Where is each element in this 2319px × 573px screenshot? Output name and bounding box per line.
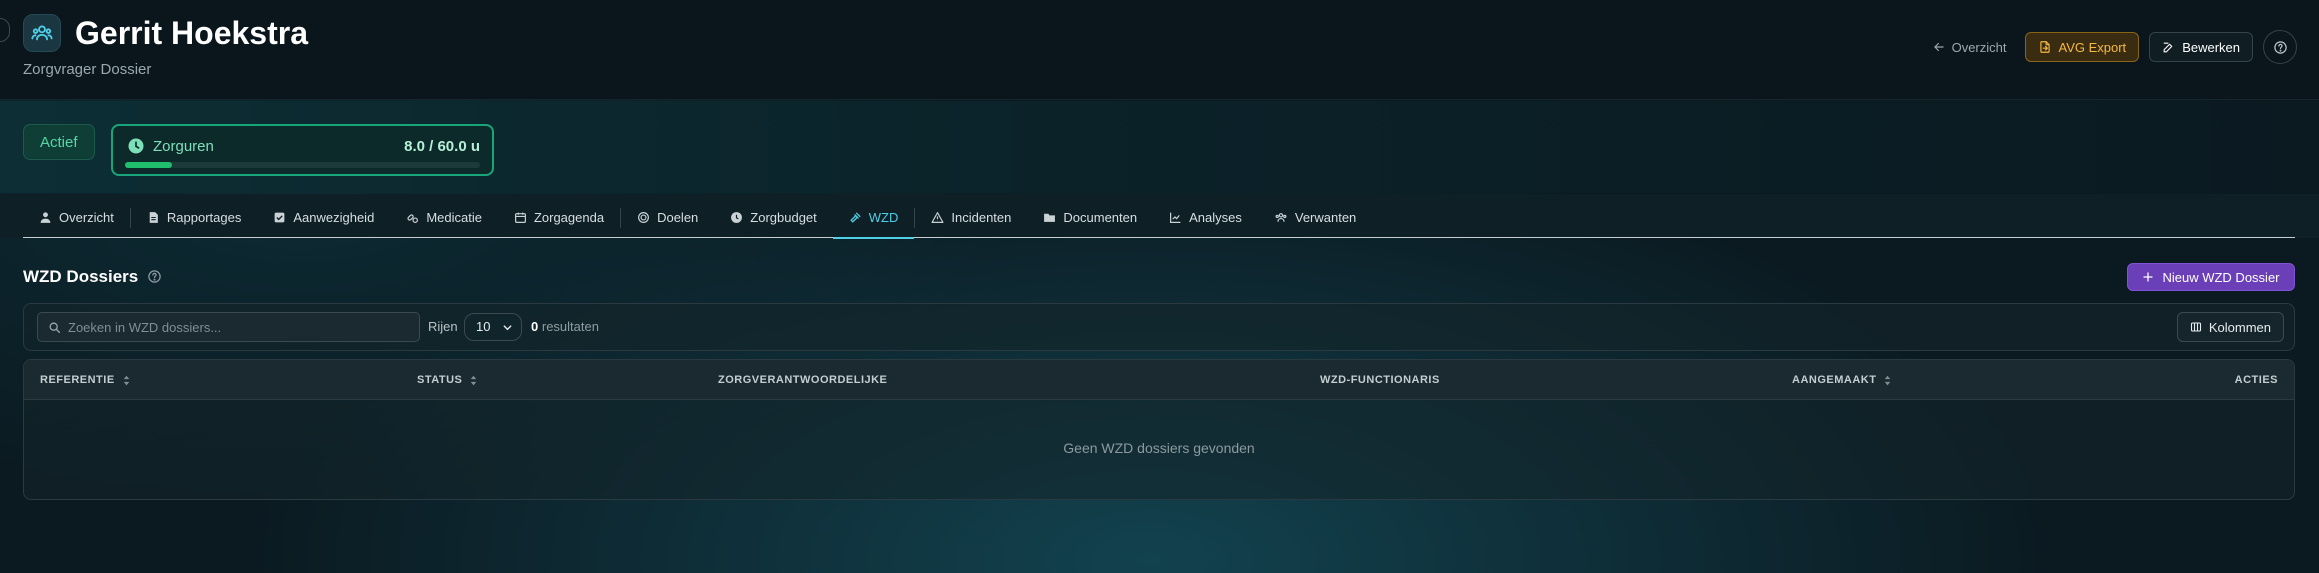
warning-icon: [931, 212, 944, 223]
results-count: 0 resultaten: [531, 319, 599, 334]
column-header-label: STATUS: [417, 374, 463, 386]
columns-button[interactable]: Kolommen: [2176, 312, 2284, 342]
tab-label: Overzicht: [59, 210, 114, 225]
overview-link[interactable]: Overzicht: [1924, 32, 2015, 62]
chart-icon: [1170, 212, 1181, 223]
tab-aanwezigheid[interactable]: Aanwezigheid: [257, 198, 390, 238]
rows-per-page-value: 10: [476, 319, 491, 334]
tab-label: Zorgagenda: [533, 210, 605, 225]
sort-icon: [123, 375, 129, 385]
gavel-icon: [850, 212, 861, 223]
tab-overzicht[interactable]: Overzicht: [23, 198, 130, 238]
column-header-status[interactable]: STATUS: [417, 374, 477, 386]
column-header-label: REFERENTIE: [40, 374, 115, 386]
status-badge: Actief: [23, 124, 95, 160]
search-box: [37, 312, 420, 342]
edit-button-label: Bewerken: [2182, 39, 2240, 55]
chevron-down-icon: [503, 325, 512, 331]
tab-label: Doelen: [657, 210, 699, 225]
care-hours-label: Zorguren: [153, 138, 214, 155]
tab-label: WZD: [868, 210, 899, 225]
tab-label: Medicatie: [426, 210, 482, 225]
clock-icon: [731, 212, 743, 223]
tab-label: Documenten: [1063, 210, 1138, 225]
wzd-dossiers-table: REFERENTIE STATUS ZORGVERANTWOORDELIJKE …: [23, 359, 2295, 500]
tab-documenten[interactable]: Documenten: [1027, 198, 1153, 238]
tab-doelen[interactable]: Doelen: [621, 198, 714, 238]
column-header-wzd-functionaris: WZD-FUNCTIONARIS: [1320, 374, 1440, 386]
column-header-label: WZD-FUNCTIONARIS: [1320, 374, 1440, 386]
columns-icon: [2190, 322, 2201, 332]
overview-link-label: Overzicht: [1951, 39, 2007, 55]
users-icon: [1275, 213, 1287, 222]
checkbox-icon: [274, 212, 285, 223]
client-avatar: [23, 14, 61, 52]
tab-medicatie[interactable]: Medicatie: [390, 198, 498, 238]
dossier-tabs: Overzicht Rapportages Aanwezigheid Medic…: [23, 198, 2295, 239]
user-icon: [40, 212, 51, 223]
tab-label: Incidenten: [951, 210, 1012, 225]
tab-label: Analyses: [1189, 210, 1242, 225]
tab-incidenten[interactable]: Incidenten: [915, 198, 1027, 238]
column-header-referentie[interactable]: REFERENTIE: [40, 374, 130, 386]
page-subtitle: Zorgvrager Dossier: [23, 61, 152, 78]
page-header: Gerrit Hoekstra Zorgvrager Dossier Overz…: [0, 0, 2319, 100]
users-icon: [31, 25, 53, 41]
avg-export-button[interactable]: AVG Export: [2024, 32, 2140, 62]
tab-label: Aanwezigheid: [293, 210, 375, 225]
table-toolbar: Rijen 10 0 resultaten Kolommen: [23, 303, 2295, 351]
column-header-acties: ACTIES: [2235, 374, 2278, 386]
column-header-label: AANGEMAAKT: [1792, 374, 1877, 386]
section-title: WZD Dossiers: [23, 267, 139, 286]
help-icon[interactable]: [147, 269, 162, 284]
column-header-zorgverantwoordelijke: ZORGVERANTWOORDELIJKE: [718, 374, 887, 386]
new-wzd-dossier-button[interactable]: Nieuw WZD Dossier: [2127, 263, 2295, 291]
help-icon: [2273, 40, 2287, 54]
column-header-aangemaakt[interactable]: AANGEMAAKT: [1792, 374, 1891, 386]
empty-state-message: Geen WZD dossiers gevonden: [1063, 440, 1255, 456]
results-number: 0: [531, 319, 539, 334]
sidebar-toggle-button[interactable]: [0, 18, 10, 42]
calendar-icon: [514, 212, 526, 223]
tab-label: Verwanten: [1294, 210, 1357, 225]
tab-verwanten[interactable]: Verwanten: [1258, 198, 1372, 238]
edit-button[interactable]: Bewerken: [2149, 32, 2253, 62]
folder-icon: [1044, 213, 1056, 222]
arrow-left-icon: [1933, 42, 1944, 52]
care-hours-progress: [125, 162, 480, 168]
tab-label: Zorgbudget: [750, 210, 817, 225]
table-header: REFERENTIE STATUS ZORGVERANTWOORDELIJKE …: [24, 360, 2294, 400]
file-export-icon: [2039, 41, 2050, 53]
care-hours-progress-fill: [125, 162, 173, 168]
target-icon: [638, 212, 650, 223]
tab-zorgagenda[interactable]: Zorgagenda: [498, 198, 620, 238]
rows-per-page-select[interactable]: 10: [464, 313, 522, 341]
search-icon: [49, 322, 61, 334]
help-button[interactable]: [2263, 30, 2297, 64]
tab-zorgbudget[interactable]: Zorgbudget: [714, 198, 833, 238]
plus-icon: [2143, 272, 2154, 282]
column-header-label: ACTIES: [2234, 374, 2278, 386]
tab-wzd[interactable]: WZD: [832, 198, 915, 239]
document-icon: [149, 212, 158, 223]
search-input[interactable]: [68, 313, 408, 341]
care-hours-card: Zorguren 8.0 / 60.0 u: [111, 124, 494, 176]
new-wzd-dossier-label: Nieuw WZD Dossier: [2162, 269, 2280, 285]
columns-button-label: Kolommen: [2208, 319, 2271, 335]
tab-rapportages[interactable]: Rapportages: [131, 198, 257, 238]
pill-icon: [407, 214, 419, 223]
tab-label: Rapportages: [166, 210, 242, 225]
care-hours-value: 8.0 / 60.0 u: [404, 138, 480, 155]
results-label: resultaten: [541, 319, 599, 334]
sort-icon: [471, 375, 477, 385]
tab-analyses[interactable]: Analyses: [1153, 198, 1258, 238]
edit-icon: [2163, 42, 2173, 52]
sort-icon: [1885, 375, 1891, 385]
header-actions: Overzicht AVG Export Bewerken: [1924, 30, 2297, 64]
avg-export-label: AVG Export: [2058, 39, 2127, 55]
rows-label: Rijen: [428, 319, 458, 334]
column-header-label: ZORGVERANTWOORDELIJKE: [718, 374, 888, 386]
clock-icon: [128, 138, 144, 154]
page-title: Gerrit Hoekstra: [75, 15, 308, 51]
